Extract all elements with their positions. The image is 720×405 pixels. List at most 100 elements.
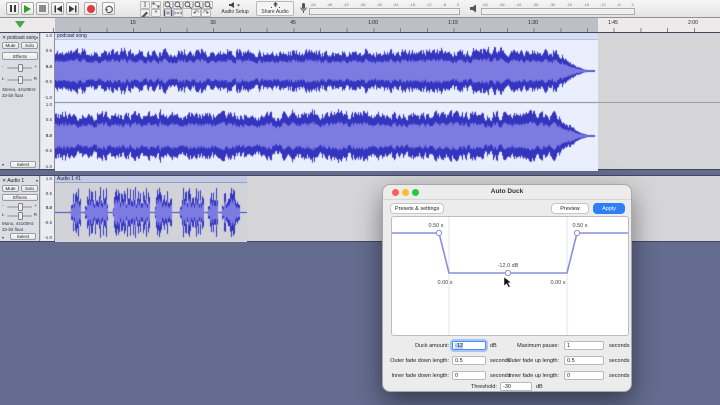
pan-left-label: L	[2, 212, 5, 217]
close-track-icon[interactable]: ✕	[2, 35, 6, 41]
track1-mute-button[interactable]: Mute	[2, 42, 19, 49]
stereo-waveform[interactable]	[55, 40, 598, 171]
envelope-tool-button[interactable]	[151, 1, 161, 9]
outer-fade-up-input[interactable]: 0.5	[564, 356, 604, 365]
pinned-playhead-icon[interactable]	[15, 21, 25, 28]
fade-down-duration-label: 0.50 s	[429, 223, 444, 229]
apply-button[interactable]: Apply	[593, 203, 625, 214]
zoom-selection-icon	[184, 1, 192, 9]
close-track-icon[interactable]: ✕	[2, 178, 6, 184]
clip2-title-bar[interactable]: Audio 1 #1	[55, 176, 247, 183]
unit-label: seconds	[609, 358, 630, 364]
curve-handle[interactable]	[505, 270, 510, 275]
play-button[interactable]	[21, 2, 34, 15]
scale-label: 1.0	[41, 177, 52, 182]
collapse-track-icon[interactable]: ▾	[2, 235, 4, 240]
clip1-title-bar[interactable]: podcast song	[55, 33, 598, 40]
dialog-titlebar[interactable]: Auto Duck	[383, 185, 631, 200]
multi-tool-button[interactable]: *	[151, 9, 161, 17]
timeline-ruler[interactable]: 15 30 45 1:00 1:15 1:30 1:45 2:00	[0, 18, 720, 33]
track-podcast-song: ✕ podcast song ▾ Mute Solo Effects - + L…	[0, 32, 720, 170]
track1-name-row[interactable]: ✕ podcast song ▾	[1, 34, 38, 41]
maximum-pause-input[interactable]: 1	[564, 341, 604, 350]
collapse-track-icon[interactable]: ▾	[2, 162, 4, 167]
mono-waveform[interactable]	[55, 183, 247, 242]
track2-pan-slider[interactable]	[7, 215, 32, 217]
meter-tick: -42	[343, 3, 349, 7]
outer-fade-up-field-label: Outer fade up length:	[501, 358, 559, 364]
track-menu-chevron-icon[interactable]: ▾	[36, 178, 38, 183]
gain-slider-thumb[interactable]	[18, 64, 23, 72]
track1-gain-slider[interactable]	[7, 67, 32, 69]
pan-slider-thumb[interactable]	[18, 76, 23, 84]
track2-gain-slider[interactable]	[7, 206, 32, 208]
trim-audio-icon	[164, 10, 172, 16]
meter-tick: -6	[442, 3, 446, 7]
stop-button[interactable]	[36, 2, 49, 15]
track1-effects-button[interactable]: Effects	[2, 52, 38, 60]
trim-audio-button[interactable]	[163, 9, 173, 17]
field-row: Outer fade down length: 0.5 seconds Oute…	[383, 356, 631, 366]
audio-setup-button[interactable]: Audio Setup	[216, 0, 254, 17]
microphone-icon	[300, 3, 307, 14]
outer-fade-down-input[interactable]: 0.5	[452, 356, 486, 365]
track1-pan-slider[interactable]	[7, 79, 32, 81]
pause-left-label: 0.00 s	[438, 280, 453, 286]
inner-fade-up-input[interactable]: 0	[564, 371, 604, 380]
meter-tick: -30	[376, 3, 382, 7]
pan-right-label: R	[34, 212, 37, 217]
pause-button[interactable]	[6, 2, 19, 15]
track1-select-button[interactable]: Select	[10, 161, 36, 168]
skip-to-start-button[interactable]	[51, 2, 64, 15]
zoom-fit-button[interactable]	[193, 1, 203, 9]
zoom-toggle-button[interactable]	[203, 1, 213, 9]
scale-label: 1.0	[41, 34, 52, 39]
zoom-in-button[interactable]	[163, 1, 173, 9]
scale-label: 1.0	[41, 103, 52, 108]
track1-solo-button[interactable]: Solo	[21, 42, 38, 49]
track2-solo-button[interactable]: Solo	[21, 185, 38, 192]
duck-curve-graph[interactable]: 0.50 s 0.50 s -12.0 dB 0.00 s 0.00 s	[391, 216, 629, 336]
track2-info: Mono, 44100Hz32-bit float	[2, 221, 34, 233]
loop-icon	[104, 4, 114, 14]
record-icon	[87, 5, 95, 13]
loop-button[interactable]	[102, 2, 115, 15]
scale-label: 0.0	[41, 65, 52, 70]
scale-label: -1.0	[41, 165, 52, 170]
meter-tick: -42	[516, 3, 522, 7]
inner-fade-down-input[interactable]: 0	[452, 371, 486, 380]
curve-handle[interactable]	[574, 230, 579, 235]
undo-button[interactable]: ↶	[191, 9, 201, 17]
gain-slider-thumb[interactable]	[18, 203, 23, 211]
skip-to-end-button[interactable]	[66, 2, 79, 15]
playback-meter[interactable]: -54-48-42-36-30-24-18-12-60	[470, 1, 635, 16]
track2-mute-button[interactable]: Mute	[2, 185, 19, 192]
track2-effects-button[interactable]: Effects	[2, 194, 38, 201]
silence-audio-button[interactable]	[173, 9, 183, 17]
pause-icon	[10, 5, 16, 12]
pan-slider-thumb[interactable]	[18, 212, 23, 220]
track2-vertical-scale: 1.00.50.0-0.5-1.0	[41, 176, 55, 241]
duck-amount-input[interactable]: -12	[452, 341, 486, 350]
record-button[interactable]	[84, 2, 97, 15]
preview-button[interactable]: Preview	[551, 203, 589, 214]
meter-tick: 0	[457, 3, 459, 7]
threshold-input[interactable]: -30	[500, 382, 532, 391]
zoom-selection-button[interactable]	[183, 1, 193, 9]
track2-select-button[interactable]: Select	[10, 233, 36, 240]
curve-handle[interactable]	[436, 230, 441, 235]
share-audio-button[interactable]: Share Audio	[256, 1, 294, 16]
ruler-label: 1:30	[518, 20, 548, 26]
draw-tool-button[interactable]	[140, 9, 150, 17]
meter-tick: -54	[482, 3, 488, 7]
zoom-out-button[interactable]	[173, 1, 183, 9]
recording-meter[interactable]: -54-48-42-36-30-24-18-12-60	[300, 1, 460, 16]
redo-button[interactable]: ↷	[201, 9, 211, 17]
track-menu-chevron-icon[interactable]: ▾	[36, 35, 38, 40]
selection-tool-button[interactable]: I	[140, 1, 150, 9]
scale-label: 0.5	[41, 192, 52, 197]
presets-settings-button[interactable]: Presets & settings	[390, 203, 444, 214]
track2-name-row[interactable]: ✕ Audio 1 ▾	[1, 177, 38, 184]
zoom-out-icon	[174, 1, 182, 9]
meter-tick: -48	[327, 3, 333, 7]
